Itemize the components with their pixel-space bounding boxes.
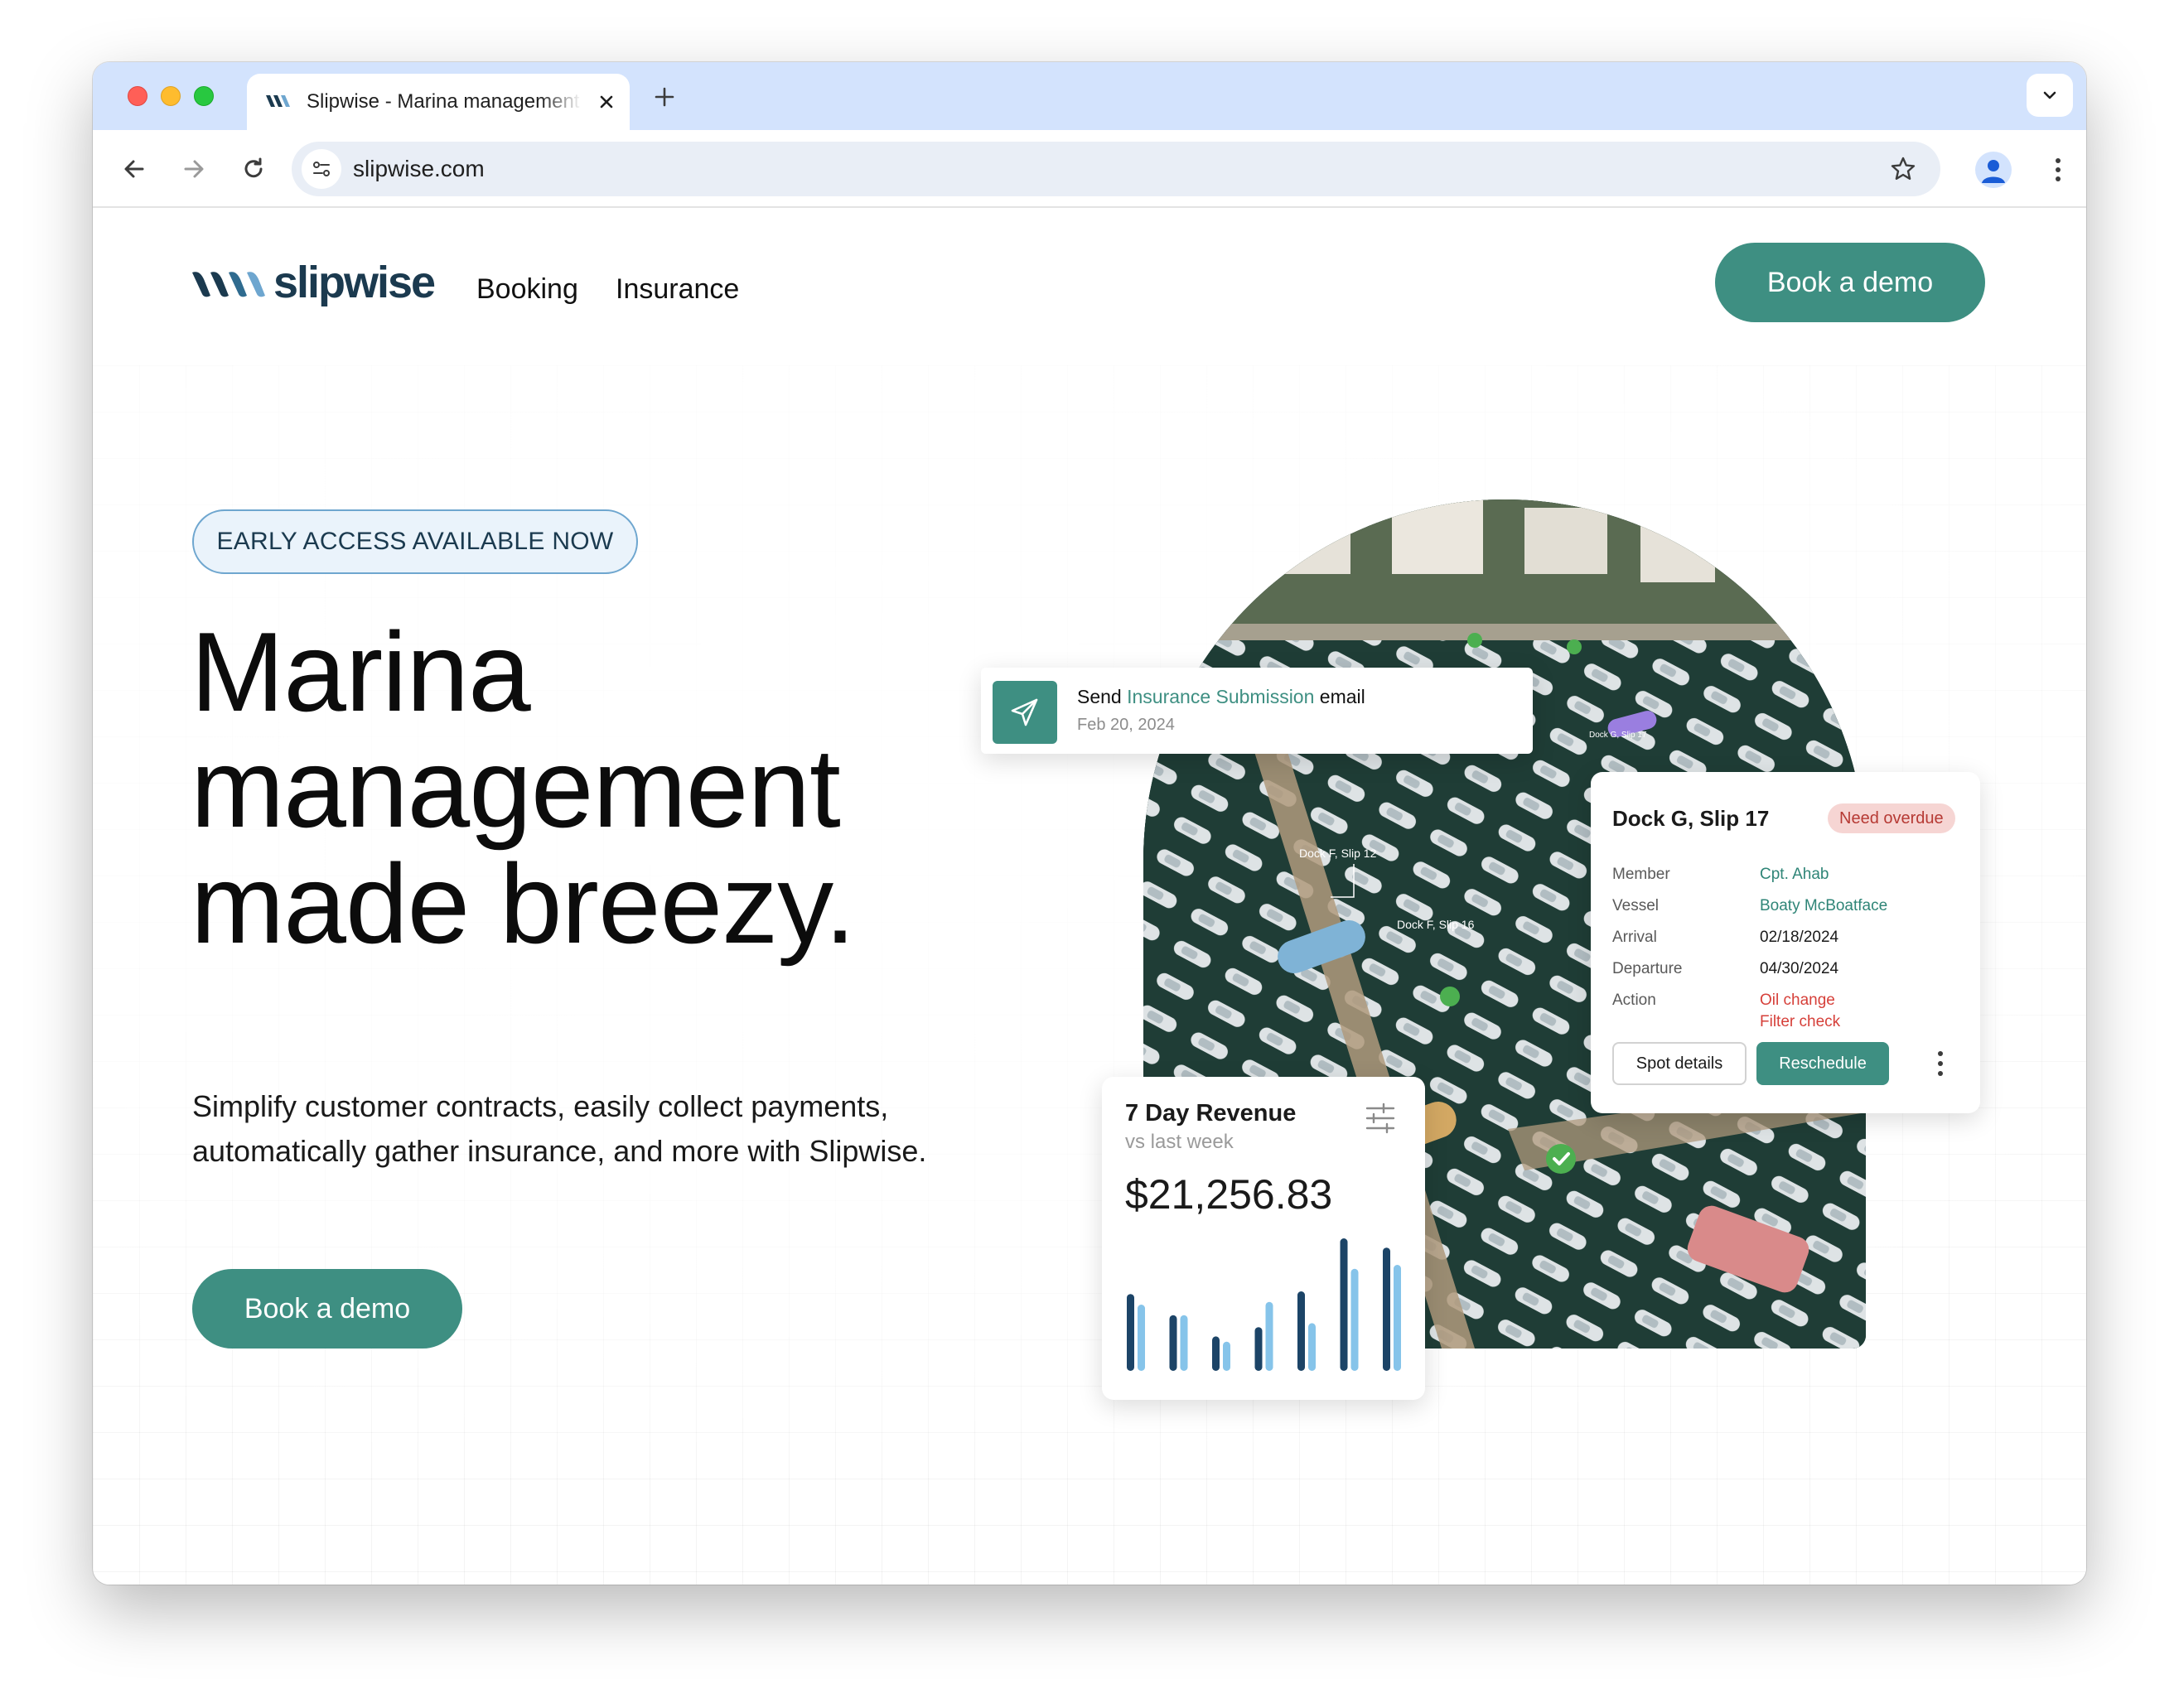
hero-title-line-3: made breezy. [191, 841, 856, 967]
maximize-window-button[interactable] [194, 86, 214, 106]
revenue-bar-day-3-series-2 [1223, 1341, 1230, 1371]
revenue-bar-day-4-series-2 [1265, 1301, 1273, 1371]
revenue-bar-day-5-series-2 [1308, 1323, 1316, 1371]
hero-title-line-1: Marina [191, 609, 531, 735]
bookmark-star-icon[interactable] [1889, 155, 1917, 183]
hero-title: Marina management made breezy. [191, 614, 1019, 962]
email-title-suffix: email [1314, 686, 1365, 707]
photo-label-dock-f-slip-16: Dock F, Slip 16 [1397, 918, 1475, 931]
member-value[interactable]: Cpt. Ahab [1760, 865, 1829, 885]
revenue-card: 7 Day Revenue vs last week $21,256.83 [1102, 1077, 1425, 1400]
minimize-window-button[interactable] [161, 86, 181, 106]
revenue-bar-day-6-series-2 [1350, 1268, 1359, 1371]
reload-icon [244, 157, 263, 178]
early-access-badge: EARLY ACCESS AVAILABLE NOW [192, 509, 638, 574]
email-title-prefix: Send [1077, 686, 1128, 707]
logo-text: slipwise [273, 258, 436, 307]
vessel-value[interactable]: Boaty McBoatface [1760, 896, 1887, 916]
revenue-bar-day-7-series-1 [1383, 1247, 1390, 1371]
revenue-bar-day-4-series-1 [1254, 1327, 1263, 1371]
close-tab-icon[interactable] [595, 90, 618, 113]
site-info-button[interactable] [302, 149, 341, 189]
web-page: slipwise Booking Insurance Book a demo E… [93, 208, 2086, 1585]
reload-button[interactable] [237, 152, 270, 186]
revenue-bar-day-5-series-1 [1297, 1291, 1305, 1371]
arrow-left-icon [124, 160, 144, 178]
slip-title: Dock G, Slip 17 [1612, 806, 1770, 831]
status-badge: Need overdue [1828, 803, 1955, 833]
revenue-bar-day-6-series-1 [1340, 1238, 1348, 1371]
person-icon [1982, 160, 2005, 183]
chevron-down-icon [2043, 91, 2056, 99]
revenue-bar-day-7-series-2 [1394, 1265, 1401, 1371]
tab-title: Slipwise - Marina management [307, 90, 580, 113]
paper-plane-icon [1011, 698, 1038, 726]
slipwise-wave-icon [192, 272, 265, 297]
action-label: Action [1612, 992, 1656, 1009]
filter-sliders-icon[interactable] [1364, 1102, 1397, 1135]
email-notification-card[interactable]: Send Insurance Submission email Feb 20, … [981, 668, 1533, 754]
arrival-value: 02/18/2024 [1760, 929, 1839, 946]
revenue-subtitle: vs last week [1125, 1131, 1234, 1153]
browser-window: Slipwise - Marina management slipwise.co… [93, 62, 2086, 1585]
action-value-oil-change: Oil change [1760, 992, 1835, 1009]
photo-label-dock-g-slip-17: Dock G, Slip 17 [1589, 731, 1647, 740]
revenue-bar-day-2-series-1 [1169, 1315, 1177, 1371]
close-window-button[interactable] [128, 86, 147, 106]
forward-button[interactable] [177, 152, 210, 186]
reschedule-button[interactable]: Reschedule [1756, 1042, 1889, 1085]
nav-booking[interactable]: Booking [476, 273, 578, 306]
email-title-highlight[interactable]: Insurance Submission [1127, 686, 1314, 707]
send-icon-tile [993, 681, 1057, 744]
active-tab[interactable]: Slipwise - Marina management [247, 74, 630, 130]
url-text[interactable]: slipwise.com [353, 156, 485, 182]
nav-insurance[interactable]: Insurance [616, 273, 739, 306]
member-label: Member [1612, 866, 1670, 883]
revenue-bar-day-2-series-2 [1180, 1315, 1188, 1371]
action-value-filter-check: Filter check [1760, 1013, 1841, 1030]
revenue-bar-day-3-series-1 [1212, 1336, 1220, 1371]
revenue-bar-day-1-series-2 [1138, 1305, 1145, 1371]
photo-label-dock-f-slip-12: Dock F, Slip 12 [1299, 847, 1377, 860]
browser-menu-icon[interactable] [2040, 152, 2076, 188]
spot-details-button[interactable]: Spot details [1612, 1042, 1747, 1085]
revenue-title: 7 Day Revenue [1125, 1100, 1297, 1127]
slipwise-favicon-icon [266, 95, 290, 107]
address-bar[interactable]: slipwise.com [292, 142, 1940, 196]
hero-subtitle: Simplify customer contracts, easily coll… [192, 1089, 927, 1168]
tab-search-button[interactable] [2027, 74, 2073, 117]
departure-value: 04/30/2024 [1760, 960, 1839, 977]
arrow-right-icon [184, 160, 204, 178]
more-options-icon[interactable] [1932, 1049, 1949, 1078]
revenue-bar-day-1-series-1 [1127, 1294, 1134, 1371]
email-card-date: Feb 20, 2024 [1077, 716, 1175, 734]
header-book-demo-button[interactable]: Book a demo [1715, 243, 1985, 322]
arrival-label: Arrival [1612, 929, 1657, 946]
back-button[interactable] [118, 152, 151, 186]
vessel-label: Vessel [1612, 897, 1659, 914]
tune-icon [313, 162, 330, 176]
browser-toolbar: slipwise.com [93, 130, 2086, 208]
email-card-title: Send Insurance Submission email [1077, 684, 1365, 709]
departure-label: Departure [1612, 960, 1683, 977]
hero-book-demo-button[interactable]: Book a demo [192, 1269, 462, 1349]
hero-title-line-2: management [191, 725, 841, 851]
tab-strip: Slipwise - Marina management [93, 62, 2086, 130]
slip-details-card: Dock G, Slip 17 Need overdue Member Cpt.… [1591, 772, 1980, 1113]
revenue-bar-chart [1127, 1238, 1401, 1371]
profile-avatar[interactable] [1975, 152, 2012, 188]
new-tab-icon[interactable] [653, 85, 676, 109]
revenue-value: $21,256.83 [1125, 1171, 1333, 1218]
